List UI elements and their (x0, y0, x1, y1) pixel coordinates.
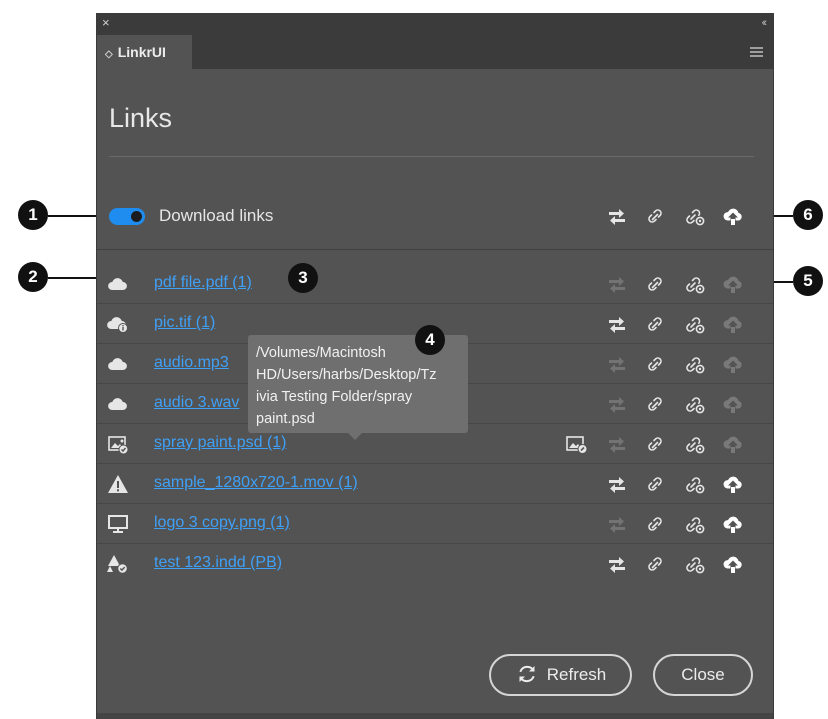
relink-icon[interactable] (605, 353, 629, 375)
linkrui-panel: × ‹‹ ◇ LinkrUI Links Download links pdf f… (96, 13, 774, 719)
file-row: pdf file.pdf (1) (97, 264, 773, 304)
link-icon[interactable] (643, 513, 667, 535)
refresh-label: Refresh (546, 665, 607, 684)
callout-1: 1 (18, 200, 48, 230)
row-actions (97, 553, 773, 575)
link-icon[interactable] (643, 393, 667, 415)
heading-divider (109, 156, 754, 157)
relink-icon[interactable] (605, 513, 629, 535)
section-divider (97, 249, 773, 250)
link-settings-icon[interactable] (683, 393, 707, 415)
link-settings-icon[interactable] (683, 513, 707, 535)
tab-linkrui[interactable]: ◇ LinkrUI (97, 35, 192, 69)
callout-5: 5 (793, 266, 823, 296)
tooltip-line: HD/Users/harbs/Desktop/Tz (256, 367, 437, 383)
link-settings-icon[interactable] (683, 313, 707, 335)
tab-chevron-icon: ◇ (105, 49, 113, 60)
link-settings-icon[interactable] (683, 433, 707, 455)
link-settings-icon[interactable] (683, 553, 707, 575)
upload-icon[interactable] (721, 273, 745, 295)
link-icon[interactable] (643, 313, 667, 335)
close-panel-icon[interactable]: × (102, 15, 110, 31)
refresh-icon (519, 665, 535, 682)
panel-bottom-strip (97, 713, 773, 719)
panel-menu-icon[interactable] (750, 47, 763, 57)
upload-icon[interactable] (721, 313, 745, 335)
callout-3: 3 (288, 263, 318, 293)
relink-icon[interactable] (605, 313, 629, 335)
collapse-icon[interactable]: ‹‹ (762, 15, 768, 31)
row-actions (97, 433, 773, 455)
upload-icon[interactable] (721, 553, 745, 575)
page-title: Links (109, 103, 173, 133)
tab-bar: ◇ LinkrUI (97, 35, 773, 69)
tooltip-line: paint.psd (256, 411, 315, 427)
file-row: test 123.indd (PB) (97, 544, 773, 584)
tooltip-line: ivia Testing Folder/spray (256, 389, 413, 405)
link-settings-icon[interactable] (683, 273, 707, 295)
relink-icon[interactable] (605, 473, 629, 495)
row-actions (97, 273, 773, 295)
relink-icon[interactable] (605, 433, 629, 455)
callout-1-line (48, 215, 103, 217)
close-label: Close (681, 665, 725, 684)
close-button[interactable]: Close (653, 654, 753, 696)
relink-all-icon[interactable] (605, 205, 629, 227)
row-actions (97, 473, 773, 495)
upload-icon[interactable] (721, 433, 745, 455)
upload-icon[interactable] (721, 473, 745, 495)
relink-icon[interactable] (605, 553, 629, 575)
refresh-button[interactable]: Refresh (489, 654, 632, 696)
relink-icon[interactable] (605, 273, 629, 295)
link-settings-all-icon[interactable] (683, 205, 707, 227)
link-settings-icon[interactable] (683, 353, 707, 375)
callout-4: 4 (415, 325, 445, 355)
relink-icon[interactable] (605, 393, 629, 415)
bulk-actions (97, 205, 773, 227)
file-row: logo 3 copy.png (1) (97, 504, 773, 544)
link-icon[interactable] (643, 273, 667, 295)
callout-6: 6 (793, 200, 823, 230)
link-icon[interactable] (643, 553, 667, 575)
link-all-icon[interactable] (643, 205, 667, 227)
upload-icon[interactable] (721, 353, 745, 375)
upload-icon[interactable] (721, 513, 745, 535)
upload-all-icon[interactable] (721, 205, 745, 227)
callout-2: 2 (18, 262, 48, 292)
upload-icon[interactable] (721, 393, 745, 415)
link-settings-icon[interactable] (683, 473, 707, 495)
link-icon[interactable] (643, 353, 667, 375)
panel-titlebar: × ‹‹ (97, 13, 773, 35)
download-links-row: Download links (97, 199, 773, 233)
link-icon[interactable] (643, 433, 667, 455)
file-row: sample_1280x720-1.mov (1) (97, 464, 773, 504)
link-icon[interactable] (643, 473, 667, 495)
row-actions (97, 513, 773, 535)
tab-label: LinkrUI (117, 44, 166, 60)
callout-2-line (48, 277, 96, 279)
